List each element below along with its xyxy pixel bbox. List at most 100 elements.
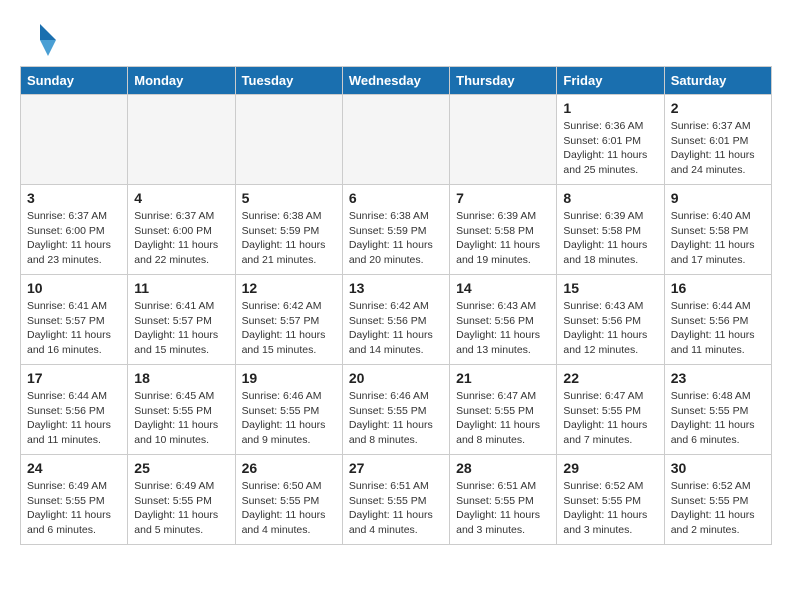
calendar-cell: 1 Sunrise: 6:36 AM Sunset: 6:01 PM Daylig…: [557, 95, 664, 185]
calendar-cell: 21 Sunrise: 6:47 AM Sunset: 5:55 PM Dayli…: [450, 365, 557, 455]
day-number: 2: [671, 100, 765, 116]
calendar-cell: 10 Sunrise: 6:41 AM Sunset: 5:57 PM Dayli…: [21, 275, 128, 365]
calendar-cell: 30 Sunrise: 6:52 AM Sunset: 5:55 PM Dayli…: [664, 455, 771, 545]
calendar-cell: 29 Sunrise: 6:52 AM Sunset: 5:55 PM Dayli…: [557, 455, 664, 545]
calendar-cell: 25Sunrise: 6:49 AM Sunset: 5:55 PM Dayli…: [128, 455, 235, 545]
logo-icon: [20, 20, 56, 56]
day-number: 8: [563, 190, 657, 206]
day-number: 15: [563, 280, 657, 296]
calendar-cell: 17 Sunrise: 6:44 AM Sunset: 5:56 PM Dayli…: [21, 365, 128, 455]
calendar-cell: 16 Sunrise: 6:44 AM Sunset: 5:56 PM Dayli…: [664, 275, 771, 365]
cell-text: Sunrise: 6:44 AM Sunset: 5:56 PM Dayligh…: [671, 299, 765, 358]
week-row-4: 17 Sunrise: 6:44 AM Sunset: 5:56 PM Dayli…: [21, 365, 772, 455]
col-header-sunday: Sunday: [21, 67, 128, 95]
calendar-cell: 11Sunrise: 6:41 AM Sunset: 5:57 PM Dayli…: [128, 275, 235, 365]
cell-text: Sunrise: 6:52 AM Sunset: 5:55 PM Dayligh…: [671, 479, 765, 538]
calendar-cell: 14Sunrise: 6:43 AM Sunset: 5:56 PM Dayli…: [450, 275, 557, 365]
day-number: 30: [671, 460, 765, 476]
calendar-cell: 18 Sunrise: 6:45 AM Sunset: 5:55 PM Dayli…: [128, 365, 235, 455]
calendar-cell: 4Sunrise: 6:37 AM Sunset: 6:00 PM Daylig…: [128, 185, 235, 275]
day-number: 19: [242, 370, 336, 386]
cell-text: Sunrise: 6:52 AM Sunset: 5:55 PM Dayligh…: [563, 479, 657, 538]
day-number: 3: [27, 190, 121, 206]
calendar-cell: 22 Sunrise: 6:47 AM Sunset: 5:55 PM Dayli…: [557, 365, 664, 455]
calendar-cell: 12Sunrise: 6:42 AM Sunset: 5:57 PM Dayli…: [235, 275, 342, 365]
day-number: 1: [563, 100, 657, 116]
cell-text: Sunrise: 6:37 AM Sunset: 6:01 PM Dayligh…: [671, 119, 765, 178]
day-number: 27: [349, 460, 443, 476]
calendar-cell: 23 Sunrise: 6:48 AM Sunset: 5:55 PM Dayli…: [664, 365, 771, 455]
calendar-cell: 27 Sunrise: 6:51 AM Sunset: 5:55 PM Dayli…: [342, 455, 449, 545]
cell-text: Sunrise: 6:37 AM Sunset: 6:00 PM Dayligh…: [27, 209, 121, 268]
calendar-cell: 13Sunrise: 6:42 AM Sunset: 5:56 PM Dayli…: [342, 275, 449, 365]
day-number: 13: [349, 280, 443, 296]
calendar-cell: [450, 95, 557, 185]
cell-text: Sunrise: 6:37 AM Sunset: 6:00 PM Dayligh…: [134, 209, 228, 268]
day-number: 21: [456, 370, 550, 386]
cell-text: Sunrise: 6:47 AM Sunset: 5:55 PM Dayligh…: [563, 389, 657, 448]
day-number: 25: [134, 460, 228, 476]
day-number: 10: [27, 280, 121, 296]
day-number: 5: [242, 190, 336, 206]
cell-text: Sunrise: 6:40 AM Sunset: 5:58 PM Dayligh…: [671, 209, 765, 268]
day-number: 16: [671, 280, 765, 296]
day-number: 22: [563, 370, 657, 386]
cell-text: Sunrise: 6:38 AM Sunset: 5:59 PM Dayligh…: [349, 209, 443, 268]
day-number: 26: [242, 460, 336, 476]
cell-text: Sunrise: 6:39 AM Sunset: 5:58 PM Dayligh…: [456, 209, 550, 268]
cell-text: Sunrise: 6:44 AM Sunset: 5:56 PM Dayligh…: [27, 389, 121, 448]
calendar-cell: 15 Sunrise: 6:43 AM Sunset: 5:56 PM Dayli…: [557, 275, 664, 365]
day-number: 20: [349, 370, 443, 386]
cell-text: Sunrise: 6:41 AM Sunset: 5:57 PM Dayligh…: [27, 299, 121, 358]
day-number: 6: [349, 190, 443, 206]
header: [20, 20, 772, 56]
day-number: 18: [134, 370, 228, 386]
day-number: 11: [134, 280, 228, 296]
week-row-3: 10 Sunrise: 6:41 AM Sunset: 5:57 PM Dayli…: [21, 275, 772, 365]
day-number: 24: [27, 460, 121, 476]
calendar-cell: 24 Sunrise: 6:49 AM Sunset: 5:55 PM Dayli…: [21, 455, 128, 545]
calendar-cell: 19Sunrise: 6:46 AM Sunset: 5:55 PM Dayli…: [235, 365, 342, 455]
calendar-cell: 3 Sunrise: 6:37 AM Sunset: 6:00 PM Daylig…: [21, 185, 128, 275]
calendar-cell: 2 Sunrise: 6:37 AM Sunset: 6:01 PM Daylig…: [664, 95, 771, 185]
calendar-cell: 26 Sunrise: 6:50 AM Sunset: 5:55 PM Dayli…: [235, 455, 342, 545]
day-number: 9: [671, 190, 765, 206]
calendar-cell: 8 Sunrise: 6:39 AM Sunset: 5:58 PM Daylig…: [557, 185, 664, 275]
col-header-friday: Friday: [557, 67, 664, 95]
cell-text: Sunrise: 6:45 AM Sunset: 5:55 PM Dayligh…: [134, 389, 228, 448]
cell-text: Sunrise: 6:51 AM Sunset: 5:55 PM Dayligh…: [456, 479, 550, 538]
calendar-cell: 6 Sunrise: 6:38 AM Sunset: 5:59 PM Daylig…: [342, 185, 449, 275]
week-row-5: 24 Sunrise: 6:49 AM Sunset: 5:55 PM Dayli…: [21, 455, 772, 545]
cell-text: Sunrise: 6:39 AM Sunset: 5:58 PM Dayligh…: [563, 209, 657, 268]
cell-text: Sunrise: 6:38 AM Sunset: 5:59 PM Dayligh…: [242, 209, 336, 268]
col-header-thursday: Thursday: [450, 67, 557, 95]
cell-text: Sunrise: 6:47 AM Sunset: 5:55 PM Dayligh…: [456, 389, 550, 448]
day-number: 29: [563, 460, 657, 476]
calendar-cell: 20 Sunrise: 6:46 AM Sunset: 5:55 PM Dayli…: [342, 365, 449, 455]
cell-text: Sunrise: 6:42 AM Sunset: 5:57 PM Dayligh…: [242, 299, 336, 358]
calendar-cell: 5 Sunrise: 6:38 AM Sunset: 5:59 PM Daylig…: [235, 185, 342, 275]
calendar-cell: [128, 95, 235, 185]
cell-text: Sunrise: 6:46 AM Sunset: 5:55 PM Dayligh…: [349, 389, 443, 448]
logo: [20, 20, 60, 56]
calendar-cell: 9 Sunrise: 6:40 AM Sunset: 5:58 PM Daylig…: [664, 185, 771, 275]
cell-text: Sunrise: 6:48 AM Sunset: 5:55 PM Dayligh…: [671, 389, 765, 448]
cell-text: Sunrise: 6:43 AM Sunset: 5:56 PM Dayligh…: [563, 299, 657, 358]
calendar-cell: 7 Sunrise: 6:39 AM Sunset: 5:58 PM Daylig…: [450, 185, 557, 275]
cell-text: Sunrise: 6:51 AM Sunset: 5:55 PM Dayligh…: [349, 479, 443, 538]
cell-text: Sunrise: 6:36 AM Sunset: 6:01 PM Dayligh…: [563, 119, 657, 178]
col-header-saturday: Saturday: [664, 67, 771, 95]
col-header-tuesday: Tuesday: [235, 67, 342, 95]
cell-text: Sunrise: 6:43 AM Sunset: 5:56 PM Dayligh…: [456, 299, 550, 358]
week-row-2: 3 Sunrise: 6:37 AM Sunset: 6:00 PM Daylig…: [21, 185, 772, 275]
header-row: SundayMondayTuesdayWednesdayThursdayFrid…: [21, 67, 772, 95]
day-number: 23: [671, 370, 765, 386]
calendar-cell: 28 Sunrise: 6:51 AM Sunset: 5:55 PM Dayli…: [450, 455, 557, 545]
day-number: 28: [456, 460, 550, 476]
calendar-cell: [235, 95, 342, 185]
cell-text: Sunrise: 6:50 AM Sunset: 5:55 PM Dayligh…: [242, 479, 336, 538]
day-number: 7: [456, 190, 550, 206]
cell-text: Sunrise: 6:49 AM Sunset: 5:55 PM Dayligh…: [27, 479, 121, 538]
calendar-table: SundayMondayTuesdayWednesdayThursdayFrid…: [20, 66, 772, 545]
day-number: 17: [27, 370, 121, 386]
